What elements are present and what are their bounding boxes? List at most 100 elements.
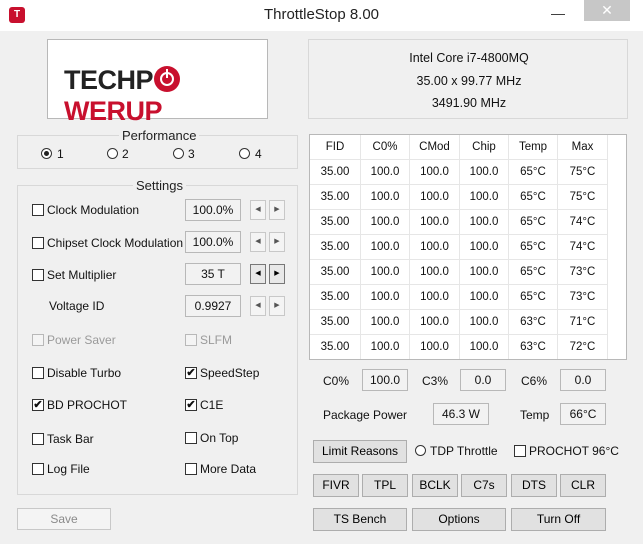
power-saver-checkbox [32, 334, 44, 346]
clock-modulation-increase[interactable]: ▶ [269, 200, 285, 220]
table-cell-chip: 100.0 [460, 210, 509, 235]
table-cell-chip: 100.0 [460, 235, 509, 260]
disable-turbo-checkbox[interactable] [32, 367, 44, 379]
package-temp-label: Temp [520, 408, 550, 422]
table-cell-cmod: 100.0 [410, 185, 460, 210]
table-cell-max: 73°C [558, 285, 608, 310]
tpl-button[interactable]: TPL [362, 474, 408, 497]
ts-bench-button[interactable]: TS Bench [313, 508, 407, 531]
table-cell-c0: 100.0 [361, 160, 410, 185]
disable-turbo-label: Disable Turbo [47, 366, 122, 380]
tdp-throttle-label: TDP Throttle [430, 444, 498, 458]
options-button[interactable]: Options [412, 508, 506, 531]
c7s-button[interactable]: C7s [461, 474, 507, 497]
task-bar-checkbox[interactable] [32, 433, 44, 445]
table-cell-fid: 35.00 [310, 260, 361, 285]
set-multiplier-increase[interactable]: ▶ [269, 264, 285, 284]
table-cell-cmod: 100.0 [410, 260, 460, 285]
chipset-clock-modulation-label: Chipset Clock Modulation [47, 236, 184, 250]
close-icon[interactable]: ✕ [584, 0, 630, 21]
on-top-checkbox[interactable] [185, 432, 197, 444]
profile-label-2: 2 [122, 147, 129, 161]
table-cell-max: 74°C [558, 235, 608, 260]
c3-label: C3% [422, 374, 449, 388]
table-cell-fid: 35.00 [310, 160, 361, 185]
set-multiplier-label: Set Multiplier [47, 268, 117, 282]
log-file-checkbox[interactable] [32, 463, 44, 475]
save-button[interactable]: Save [17, 508, 111, 530]
table-cell-c0: 100.0 [361, 235, 410, 260]
table-header-c0: C0% [361, 135, 410, 160]
table-cell-fid: 35.00 [310, 335, 361, 359]
clock-modulation-value: 100.0% [185, 199, 241, 221]
minimize-icon[interactable]: — [538, 2, 578, 24]
table-header-temp: Temp [509, 135, 558, 160]
more-data-checkbox[interactable] [185, 463, 197, 475]
package-power-value: 46.3 W [433, 403, 489, 425]
table-cell-c0: 100.0 [361, 210, 410, 235]
table-cell-cmod: 100.0 [410, 160, 460, 185]
profile-radio-2[interactable] [107, 148, 118, 159]
prochot96-checkbox[interactable] [514, 445, 526, 457]
package-power-label: Package Power [323, 408, 408, 422]
voltage-id-decrease[interactable]: ◀ [250, 296, 266, 316]
table-cell-cmod: 100.0 [410, 335, 460, 359]
limit-reasons-button[interactable]: Limit Reasons [313, 440, 407, 463]
prochot96-label: PROCHOT 96°C [529, 444, 619, 458]
set-multiplier-decrease[interactable]: ◀ [250, 264, 266, 284]
clock-modulation-checkbox[interactable] [32, 204, 44, 216]
dts-button[interactable]: DTS [511, 474, 557, 497]
table-cell-fid: 35.00 [310, 310, 361, 335]
more-data-label: More Data [200, 462, 257, 476]
turn-off-button[interactable]: Turn Off [511, 508, 606, 531]
table-cell-temp: 65°C [509, 160, 558, 185]
table-header-cmod: CMod [410, 135, 460, 160]
table-cell-fid: 35.00 [310, 285, 361, 310]
thread-table: FID C0% CMod Chip Temp Max 35.00 100.0 100.0 100.… [309, 134, 627, 360]
table-cell-cmod: 100.0 [410, 285, 460, 310]
package-temp-value: 66°C [560, 403, 606, 425]
bclk-button[interactable]: BCLK [412, 474, 458, 497]
profile-radio-3[interactable] [173, 148, 184, 159]
table-cell-cmod: 100.0 [410, 310, 460, 335]
c0-value: 100.0 [362, 369, 408, 391]
chipset-clock-modulation-decrease[interactable]: ◀ [250, 232, 266, 252]
table-cell-fid: 35.00 [310, 185, 361, 210]
table-cell-c0: 100.0 [361, 285, 410, 310]
table-cell-temp: 65°C [509, 285, 558, 310]
fivr-button[interactable]: FIVR [313, 474, 359, 497]
profile-radio-1[interactable] [41, 148, 52, 159]
bd-prochot-checkbox[interactable]: ✔ [32, 399, 44, 411]
clock-modulation-decrease[interactable]: ◀ [250, 200, 266, 220]
speedstep-checkbox[interactable]: ✔ [185, 367, 197, 379]
voltage-id-increase[interactable]: ▶ [269, 296, 285, 316]
table-cell-chip: 100.0 [460, 260, 509, 285]
table-cell-c0: 100.0 [361, 310, 410, 335]
c3-value: 0.0 [460, 369, 506, 391]
c6-value: 0.0 [560, 369, 606, 391]
table-cell-cmod: 100.0 [410, 210, 460, 235]
c1e-checkbox[interactable]: ✔ [185, 399, 197, 411]
chipset-clock-modulation-increase[interactable]: ▶ [269, 232, 285, 252]
set-multiplier-checkbox[interactable] [32, 269, 44, 281]
table-cell-max: 71°C [558, 310, 608, 335]
power-saver-label: Power Saver [47, 333, 116, 347]
table-header-fid: FID [310, 135, 361, 160]
cpu-name: Intel Core i7-4800MQ [409, 51, 529, 65]
c1e-label: C1E [200, 398, 224, 412]
profile-label-1: 1 [57, 147, 64, 161]
tdp-throttle-radio[interactable] [415, 445, 426, 456]
voltage-id-value: 0.9927 [185, 295, 241, 317]
clr-button[interactable]: CLR [560, 474, 606, 497]
table-cell-chip: 100.0 [460, 310, 509, 335]
chipset-clock-modulation-checkbox[interactable] [32, 237, 44, 249]
table-cell-c0: 100.0 [361, 185, 410, 210]
c6-label: C6% [521, 374, 548, 388]
profile-radio-4[interactable] [239, 148, 250, 159]
table-cell-fid: 35.00 [310, 210, 361, 235]
table-cell-fid: 35.00 [310, 235, 361, 260]
table-cell-max: 75°C [558, 185, 608, 210]
techpowerup-logo: TECHPWERUP [47, 39, 268, 126]
table-cell-chip: 100.0 [460, 285, 509, 310]
table-cell-c0: 100.0 [361, 335, 410, 359]
